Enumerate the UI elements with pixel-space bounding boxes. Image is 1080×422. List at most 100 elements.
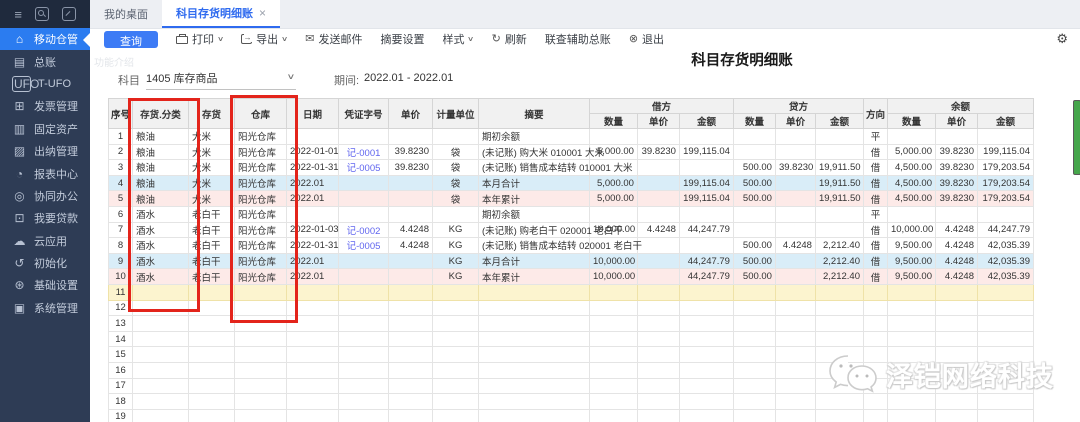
sidebar-item-ufo[interactable]: UFOT-UFO (0, 73, 90, 95)
table-row[interactable]: 9酒水老白干阳光仓库2022.01KG本月合计10,000.0044,247.7… (109, 253, 1034, 269)
ghost-function-intro-label: 功能介绍 (94, 54, 134, 69)
ledger-table-body: 1粮油大米阳光仓库期初余额平2粮油大米阳光仓库2022-01-01记-00013… (109, 129, 1034, 422)
sidebar-item-collab[interactable]: ◎协同办公 (0, 185, 90, 207)
search-window-icon[interactable] (35, 7, 49, 21)
cell (733, 206, 775, 222)
cell: 9,500.00 (887, 269, 935, 285)
cell (235, 409, 287, 422)
cell (815, 331, 863, 347)
table-row[interactable]: 16 (109, 362, 1034, 378)
tab-my-desktop[interactable]: 我的桌面 (90, 0, 162, 28)
period-label: 期间: (334, 72, 359, 88)
sidebar-item-loan[interactable]: ⊡我要贷款 (0, 207, 90, 229)
sidebar-item-bank[interactable]: ▥固定资产 (0, 118, 90, 140)
table-row[interactable]: 13 (109, 316, 1034, 332)
cell (637, 175, 679, 191)
sidebar-item-warehouse[interactable]: ⌂移动仓管 (0, 28, 90, 50)
sidebar-item-ledger[interactable]: ▤总账 (0, 50, 90, 72)
cell (863, 284, 887, 300)
cell (389, 284, 433, 300)
cell (863, 409, 887, 422)
voucher-link[interactable]: 记-0005 (347, 241, 381, 252)
tab-subject-inventory-ledger[interactable]: 科目存货明细账 × (162, 0, 280, 28)
cell: 17 (109, 378, 133, 394)
sidebar-item-report-pie[interactable]: ◔报表中心 (0, 162, 90, 184)
table-row[interactable]: 10酒水老白干阳光仓库2022.01KG本年累计10,000.0044,247.… (109, 269, 1034, 285)
cell (935, 409, 977, 422)
cell: 2,212.40 (815, 253, 863, 269)
col-header-inventory-category: 存货.分类 (133, 99, 189, 129)
voucher-link[interactable]: 记-0002 (347, 226, 381, 237)
cell: 粮油 (133, 129, 189, 145)
cell (887, 331, 935, 347)
text-toolbar-button[interactable]: 样式∨ (442, 31, 473, 47)
cell (679, 300, 733, 316)
cell (133, 378, 189, 394)
cell: 4,500.00 (887, 191, 935, 207)
cell (479, 409, 590, 422)
text-toolbar-button[interactable]: 联查辅助总账 (545, 31, 611, 47)
sidebar-item-init[interactable]: ↺初始化 (0, 252, 90, 274)
text-toolbar-button[interactable]: 摘要设置 (380, 31, 424, 47)
printer-toolbar-button[interactable]: 打印∨ (176, 31, 223, 47)
voucher-link[interactable]: 记-0005 (347, 163, 381, 174)
cell: 2022.01 (287, 191, 339, 207)
cell (863, 331, 887, 347)
sidebar-item-cashier[interactable]: ▨出纳管理 (0, 140, 90, 162)
vertical-scrollbar-thumb[interactable] (1073, 100, 1080, 175)
menu-icon[interactable]: ≡ (14, 8, 22, 21)
ledger-table-header: 序号 存货.分类 存货 仓库 日期 凭证字号 单价 计量单位 摘要 借方 贷方 … (109, 99, 1034, 129)
cell: 500.00 (733, 253, 775, 269)
mail-icon: ✉ (305, 34, 314, 45)
base-settings-icon: ⊛ (12, 279, 27, 291)
sidebar-item-invoice[interactable]: ⊞发票管理 (0, 95, 90, 117)
compose-window-icon[interactable] (62, 7, 76, 21)
table-row[interactable]: 14 (109, 331, 1034, 347)
cell: 19,911.50 (815, 175, 863, 191)
voucher-link[interactable]: 记-0001 (347, 148, 381, 159)
table-row[interactable]: 15 (109, 347, 1034, 363)
table-row[interactable]: 6酒水老白干阳光仓库期初余额平 (109, 206, 1034, 222)
table-row[interactable]: 11 (109, 284, 1034, 300)
cell (637, 160, 679, 176)
mail-toolbar-button[interactable]: ✉发送邮件 (305, 31, 362, 47)
sidebar-item-cloud[interactable]: ☁云应用 (0, 230, 90, 252)
cell (637, 394, 679, 410)
cell (189, 316, 235, 332)
cell (977, 316, 1033, 332)
cell: 4.4248 (935, 253, 977, 269)
table-row[interactable]: 1粮油大米阳光仓库期初余额平 (109, 129, 1034, 145)
cell (679, 129, 733, 145)
sidebar-item-system[interactable]: ▣系统管理 (0, 297, 90, 319)
col-header-debit-qty: 数量 (589, 114, 637, 129)
exit-toolbar-button[interactable]: ⊗退出 (629, 31, 664, 47)
table-row[interactable]: 5粮油大米阳光仓库2022.01袋本年累计5,000.00199,115.045… (109, 191, 1034, 207)
table-row[interactable]: 8酒水老白干阳光仓库2022-01-31记-00054.4248KG(未记账) … (109, 238, 1034, 254)
table-row[interactable]: 19 (109, 409, 1034, 422)
table-row[interactable]: 18 (109, 394, 1034, 410)
export-toolbar-button[interactable]: 导出∨ (241, 31, 287, 47)
cell: 500.00 (733, 269, 775, 285)
table-row[interactable]: 2粮油大米阳光仓库2022-01-01记-000139.8230袋(未记账) 购… (109, 144, 1034, 160)
table-row[interactable]: 7酒水老白干阳光仓库2022-01-03记-00024.4248KG(未记账) … (109, 222, 1034, 238)
table-row[interactable]: 12 (109, 300, 1034, 316)
tab-label: 科目存货明细账 (176, 5, 253, 21)
close-icon[interactable]: × (259, 6, 266, 20)
cell (287, 362, 339, 378)
cell: 39.8230 (935, 144, 977, 160)
refresh-toolbar-button[interactable]: ↻刷新 (492, 31, 527, 47)
subject-select[interactable]: 1405 库存商品 ∨ (146, 70, 296, 90)
table-row[interactable]: 17 (109, 378, 1034, 394)
sidebar-item-base-settings[interactable]: ⊛基础设置 (0, 274, 90, 296)
table-row[interactable]: 4粮油大米阳光仓库2022.01袋本月合计5,000.00199,115.045… (109, 175, 1034, 191)
gear-icon[interactable]: ⚙ (1056, 32, 1068, 45)
table-row[interactable]: 3粮油大米阳光仓库2022-01-31记-000539.8230袋(未记账) 销… (109, 160, 1034, 176)
query-button[interactable]: 查询 (104, 31, 158, 48)
cell (589, 316, 637, 332)
refresh-icon: ↻ (492, 34, 501, 45)
cell (389, 253, 433, 269)
cell: 酒水 (133, 238, 189, 254)
cell: KG (433, 269, 479, 285)
cell (189, 409, 235, 422)
cell (887, 316, 935, 332)
